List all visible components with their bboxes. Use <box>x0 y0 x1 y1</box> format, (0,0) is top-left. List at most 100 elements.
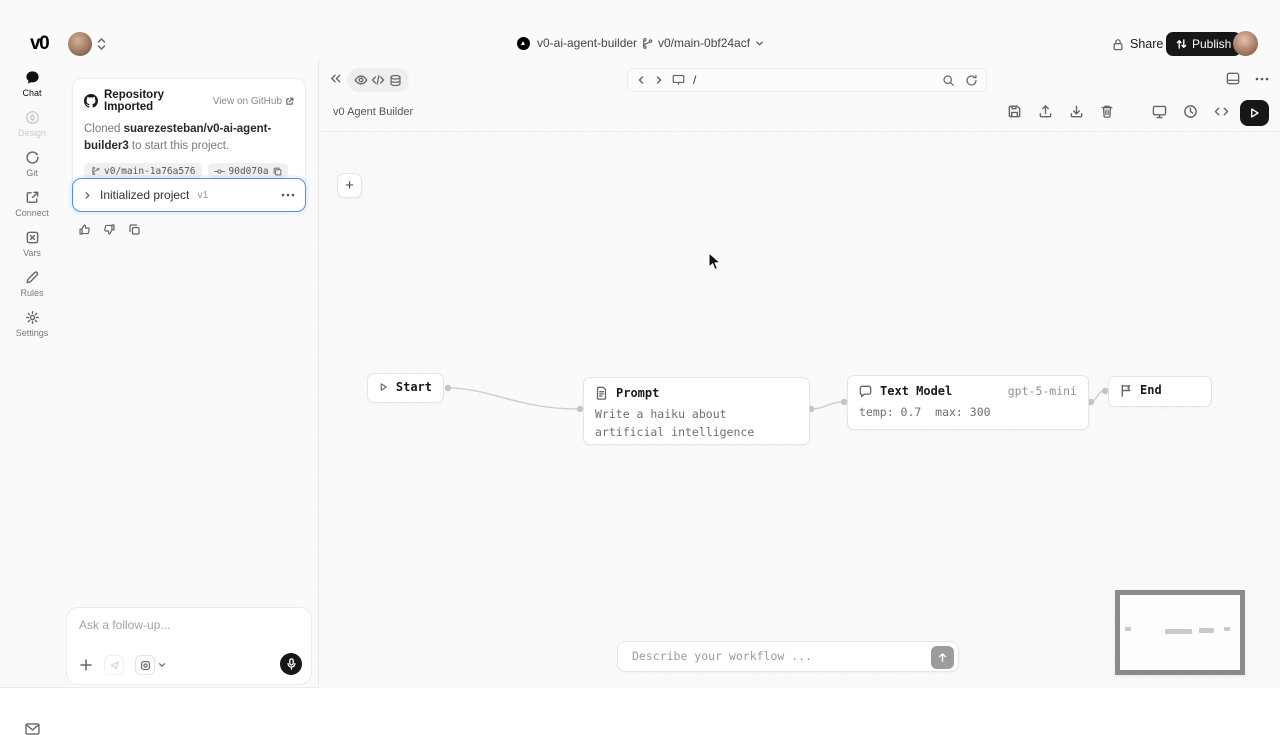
source-selector[interactable] <box>135 655 166 675</box>
workflow-send-button[interactable] <box>931 646 954 669</box>
sidebar-item-git[interactable]: Git <box>0 150 64 178</box>
document-icon <box>595 386 608 400</box>
code-icon[interactable] <box>1214 105 1229 118</box>
app-window: v0 v0-ai-agent-builder v0/main-0bf24acf … <box>0 0 1280 688</box>
attach-plus-icon[interactable] <box>79 658 93 672</box>
version-card-initialized-project[interactable]: Initialized project v1 <box>72 178 306 212</box>
publish-button[interactable]: Publish <box>1166 32 1241 56</box>
commit-badge[interactable]: 90d070a <box>208 163 288 179</box>
sidebar-item-vars[interactable]: Vars <box>0 230 64 258</box>
top-bar: v0 v0-ai-agent-builder v0/main-0bf24acf … <box>0 0 1280 60</box>
github-icon <box>84 94 98 108</box>
run-workflow-button[interactable] <box>1240 100 1269 126</box>
layout-panel-icon[interactable] <box>1226 72 1240 85</box>
branch-icon <box>640 37 653 50</box>
save-icon[interactable] <box>1007 104 1022 119</box>
feedback-row <box>78 223 141 236</box>
more-options-icon[interactable] <box>281 193 295 197</box>
nav-back-icon[interactable] <box>636 75 646 85</box>
add-node-button[interactable]: + <box>337 173 362 198</box>
collapse-panel-icon[interactable] <box>329 72 342 85</box>
minimap-node <box>1224 627 1230 631</box>
node-end[interactable]: End <box>1108 376 1212 407</box>
export-icon[interactable] <box>1038 104 1053 119</box>
publish-icon <box>1176 38 1187 50</box>
nav-forward-icon[interactable] <box>654 75 664 85</box>
screen-icon[interactable] <box>672 74 685 86</box>
workflow-input-container <box>617 641 959 672</box>
sidebar-item-design[interactable]: Design <box>0 110 64 138</box>
url-bar[interactable]: / <box>627 68 987 92</box>
mention-icon <box>135 655 155 675</box>
chevron-down-icon <box>755 39 764 48</box>
refresh-icon[interactable] <box>965 74 978 87</box>
chat-panel: Repository Imported View on GitHub Clone… <box>64 60 318 688</box>
preview-toolbar: / <box>319 68 1280 94</box>
repository-imported-card: Repository Imported View on GitHub Clone… <box>72 78 306 190</box>
play-icon <box>379 381 388 393</box>
design-mode-icon[interactable] <box>104 655 124 675</box>
minimap-node <box>1165 629 1192 634</box>
monitor-icon[interactable] <box>1152 105 1167 119</box>
thumbs-up-icon[interactable] <box>78 223 91 236</box>
version-badge: v1 <box>197 189 273 201</box>
thumbs-down-icon[interactable] <box>103 223 116 236</box>
view-on-github-link[interactable]: View on GitHub <box>213 96 294 107</box>
project-switcher[interactable]: v0-ai-agent-builder <box>517 36 637 50</box>
preview-eye-icon[interactable] <box>354 73 368 87</box>
sidebar-item-chat[interactable]: Chat <box>0 70 64 98</box>
sidebar-item-rules[interactable]: Rules <box>0 270 64 298</box>
copy-message-icon[interactable] <box>128 223 141 236</box>
branch-selector[interactable]: v0/main-0bf24acf <box>640 36 764 50</box>
flag-icon <box>1120 384 1132 397</box>
branch-badge[interactable]: v0/main-1a76a576 <box>84 163 202 179</box>
connect-icon <box>0 190 64 205</box>
rules-icon <box>0 270 64 285</box>
share-button[interactable]: Share <box>1106 33 1169 55</box>
inspect-icon[interactable] <box>942 74 955 87</box>
git-icon <box>0 150 64 165</box>
workflow-input[interactable] <box>632 649 902 663</box>
node-title: Start <box>396 380 432 394</box>
history-icon[interactable] <box>1183 104 1198 119</box>
view-mode-toggle <box>347 68 409 92</box>
database-icon[interactable] <box>389 74 402 87</box>
repo-card-title: Repository Imported <box>104 89 207 113</box>
external-link-icon <box>285 97 294 106</box>
trash-icon[interactable] <box>1100 104 1114 119</box>
sidebar-item-settings[interactable]: Settings <box>0 310 64 338</box>
chat-icon <box>0 70 64 85</box>
node-title: Prompt <box>616 386 659 400</box>
vars-icon <box>0 230 64 245</box>
import-icon[interactable] <box>1069 104 1084 119</box>
preview-pane: / v0 Agent Builder <box>318 60 1280 688</box>
builder-header: v0 Agent Builder <box>319 94 1280 132</box>
url-path: / <box>693 73 696 87</box>
project-name: v0-ai-agent-builder <box>537 36 637 50</box>
node-start[interactable]: Start <box>367 373 444 403</box>
minimap[interactable] <box>1115 590 1245 675</box>
node-prompt[interactable]: Prompt Write a haiku about artificial in… <box>583 377 810 445</box>
feedback-mail-icon[interactable] <box>25 723 40 735</box>
chat-input-container <box>66 607 312 685</box>
code-view-icon[interactable] <box>371 74 385 86</box>
lock-icon <box>1112 38 1124 51</box>
repo-card-body: Cloned suarezesteban/v0-ai-agent-builder… <box>84 121 294 154</box>
chat-input[interactable] <box>79 618 279 632</box>
node-text-model[interactable]: Text Model gpt-5-mini temp: 0.7 max: 300 <box>847 375 1089 430</box>
node-model-name: gpt-5-mini <box>1008 384 1077 398</box>
node-model-params: temp: 0.7 max: 300 <box>848 404 1088 431</box>
user-avatar[interactable] <box>1233 31 1258 56</box>
chat-bubble-icon <box>859 385 872 398</box>
sidebar-item-connect[interactable]: Connect <box>0 190 64 218</box>
chevron-down-icon <box>158 661 166 669</box>
branch-icon <box>90 166 100 176</box>
microphone-button[interactable] <box>280 653 302 675</box>
team-avatar[interactable] <box>68 32 92 56</box>
workflow-canvas[interactable]: + Start <box>319 132 1280 688</box>
more-options-icon[interactable] <box>1255 77 1269 81</box>
team-switcher-icon[interactable] <box>97 37 106 51</box>
copy-icon[interactable] <box>273 167 282 176</box>
v0-logo[interactable]: v0 <box>30 33 48 55</box>
gear-icon <box>0 310 64 325</box>
